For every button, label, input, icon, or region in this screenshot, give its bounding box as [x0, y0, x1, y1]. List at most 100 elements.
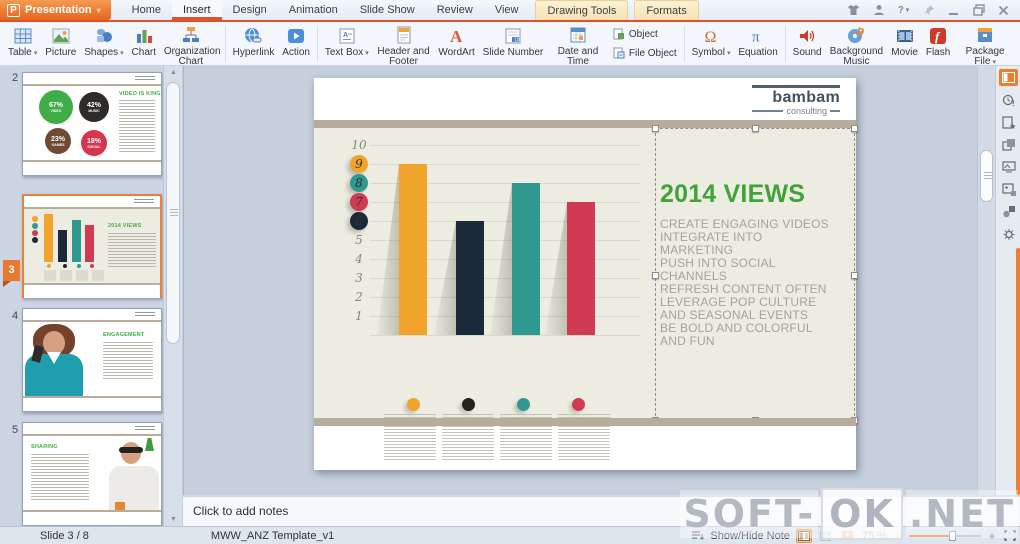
picture-button[interactable]: Picture — [41, 23, 80, 65]
button-label: Table ▾ — [7, 47, 38, 58]
selection-handle[interactable] — [851, 125, 858, 132]
y-tick-label: 10 — [351, 138, 367, 152]
chart-bar-3[interactable] — [490, 183, 540, 335]
pin-icon[interactable] — [922, 4, 935, 16]
restore-icon[interactable] — [972, 4, 985, 16]
panel-scrollbar-thumb[interactable] — [166, 82, 180, 344]
selection-handle[interactable] — [752, 125, 759, 132]
dropdown-caret-icon: ▾ — [726, 50, 731, 57]
table-button[interactable]: Table ▾ — [4, 23, 41, 65]
soft-ok-net-watermark: SOFT- OK .NET — [680, 488, 1018, 540]
slide-3-editing-area[interactable]: bambam consulting 10 9 8 7 6 5 4 3 2 1 2… — [314, 78, 858, 470]
tab-animation[interactable]: Animation — [278, 0, 349, 20]
flash-button[interactable]: f Flash — [922, 23, 954, 65]
button-label: File Object — [628, 47, 677, 59]
slide-thumbnail-5[interactable]: SHARING — [22, 422, 162, 526]
main-scrollbar[interactable] — [977, 66, 995, 495]
tab-slide-show[interactable]: Slide Show — [349, 0, 426, 20]
shapes-button[interactable]: Shapes ▾ — [80, 23, 127, 65]
selection-handle[interactable] — [652, 125, 659, 132]
new-slide-pane-icon[interactable] — [999, 114, 1018, 131]
close-icon[interactable] — [997, 4, 1010, 16]
slide-body-text[interactable]: CREATE ENGAGING VIDEOS INTEGRATE INTO MA… — [660, 218, 852, 348]
clipart-pane-icon[interactable] — [999, 158, 1018, 175]
button-label: Organization Chart — [163, 46, 221, 67]
pane-scrollbar-thumb[interactable] — [1016, 248, 1020, 495]
hyperlink-button[interactable]: Hyperlink — [229, 23, 279, 65]
background-music-button[interactable]: Background Music — [826, 23, 888, 67]
slide-canvas[interactable]: bambam consulting 10 9 8 7 6 5 4 3 2 1 2… — [183, 66, 977, 495]
chart-bar-1[interactable] — [377, 164, 427, 335]
slide-number-button[interactable]: 1# Slide Number — [479, 23, 547, 65]
sound-button[interactable]: Sound — [789, 23, 826, 65]
properties-pane-icon[interactable] — [999, 69, 1018, 86]
minimize-icon[interactable] — [947, 4, 960, 16]
skin-icon[interactable] — [847, 4, 860, 16]
chart-button[interactable]: Chart — [128, 23, 160, 65]
panel-scrollbar[interactable]: ▲ ▼ — [163, 66, 182, 526]
dropdown-caret-icon: ▾ — [120, 50, 124, 57]
tab-insert[interactable]: Insert — [172, 0, 222, 20]
thumb-header — [23, 73, 161, 84]
selection-handle[interactable] — [851, 272, 858, 279]
object-button[interactable]: Object — [613, 28, 677, 40]
button-label: Chart — [131, 47, 156, 58]
action-button[interactable]: Action — [278, 23, 314, 65]
wordart-button[interactable]: A WordArt — [434, 23, 478, 65]
notes-placeholder[interactable]: Click to add notes — [193, 504, 288, 518]
settings-pane-icon[interactable] — [999, 226, 1018, 243]
selection-handle[interactable] — [652, 272, 659, 279]
button-label: Equation — [738, 47, 778, 58]
legend-dot — [407, 398, 420, 411]
organization-chart-button[interactable]: Organization Chart — [160, 23, 222, 67]
tab-review[interactable]: Review — [426, 0, 484, 20]
slide-heading[interactable]: 2014 VIEWS — [660, 180, 852, 209]
chart-bar-4[interactable] — [545, 202, 595, 335]
thumb-footer — [24, 285, 160, 298]
mini-bar — [58, 230, 67, 262]
slide-thumbnail-3-selected[interactable]: 2014 VIEWS — [22, 194, 162, 298]
chart-bar-2[interactable] — [434, 221, 484, 335]
wordart-icon: A — [446, 25, 467, 46]
slide-thumbnail-2[interactable]: 67% VIDEO 42% MUSIC 23% GAMES 18% SOCIAL VID… — [22, 72, 162, 176]
scrollbar-grip — [170, 209, 178, 218]
photo-scientist-goggles — [119, 447, 143, 453]
tab-home[interactable]: Home — [121, 0, 172, 20]
animation-pane-icon[interactable]: ! — [999, 92, 1018, 109]
main-scrollbar-thumb[interactable] — [980, 150, 993, 202]
app-menu-button[interactable]: P Presentation ▾ — [0, 0, 111, 20]
tab-view[interactable]: View — [484, 0, 530, 20]
media-pane-icon[interactable] — [999, 181, 1018, 198]
slide-text-content[interactable]: 2014 VIEWS CREATE ENGAGING VIDEOS INTEGR… — [660, 180, 852, 348]
tab-design[interactable]: Design — [222, 0, 278, 20]
equation-button[interactable]: π Equation — [734, 23, 781, 65]
file-object-button[interactable]: File Object — [613, 47, 677, 59]
thumb-logo — [135, 76, 155, 82]
scroll-up-icon[interactable]: ▲ — [164, 69, 183, 76]
text-box-button[interactable]: A Text Box ▾ — [321, 23, 373, 65]
mini-text-block — [76, 270, 88, 281]
symbol-button[interactable]: Ω Symbol ▾ — [688, 23, 735, 65]
tab-drawing-tools[interactable]: Drawing Tools — [535, 0, 629, 20]
action-icon — [286, 25, 307, 46]
objects-pane-icon[interactable] — [999, 203, 1018, 220]
account-icon[interactable] — [872, 4, 885, 16]
scroll-down-icon[interactable]: ▼ — [164, 516, 183, 523]
header-footer-button[interactable]: Header and Footer — [373, 23, 435, 67]
help-icon[interactable]: ? ▾ — [897, 4, 910, 16]
shapes-pane-icon[interactable] — [999, 136, 1018, 153]
movie-button[interactable]: Movie — [887, 23, 922, 65]
svg-text:A: A — [450, 27, 463, 46]
photo-scientist-face — [121, 442, 141, 464]
slide-thumbnail-4[interactable]: ENGAGEMENT — [22, 308, 162, 412]
y-tick-label: 9 — [355, 157, 363, 171]
chevron-down-icon: ▾ — [905, 7, 910, 14]
tab-formats[interactable]: Formats — [634, 0, 699, 20]
photo-flask — [145, 438, 154, 451]
date-time-button[interactable]: Date and Time — [547, 23, 609, 67]
package-file-button[interactable]: Package File ▾ — [954, 23, 1016, 67]
mini-legend-dot — [77, 264, 81, 268]
package-file-icon — [975, 25, 996, 45]
mini-legend-dot — [63, 264, 67, 268]
legend-dot — [517, 398, 530, 411]
